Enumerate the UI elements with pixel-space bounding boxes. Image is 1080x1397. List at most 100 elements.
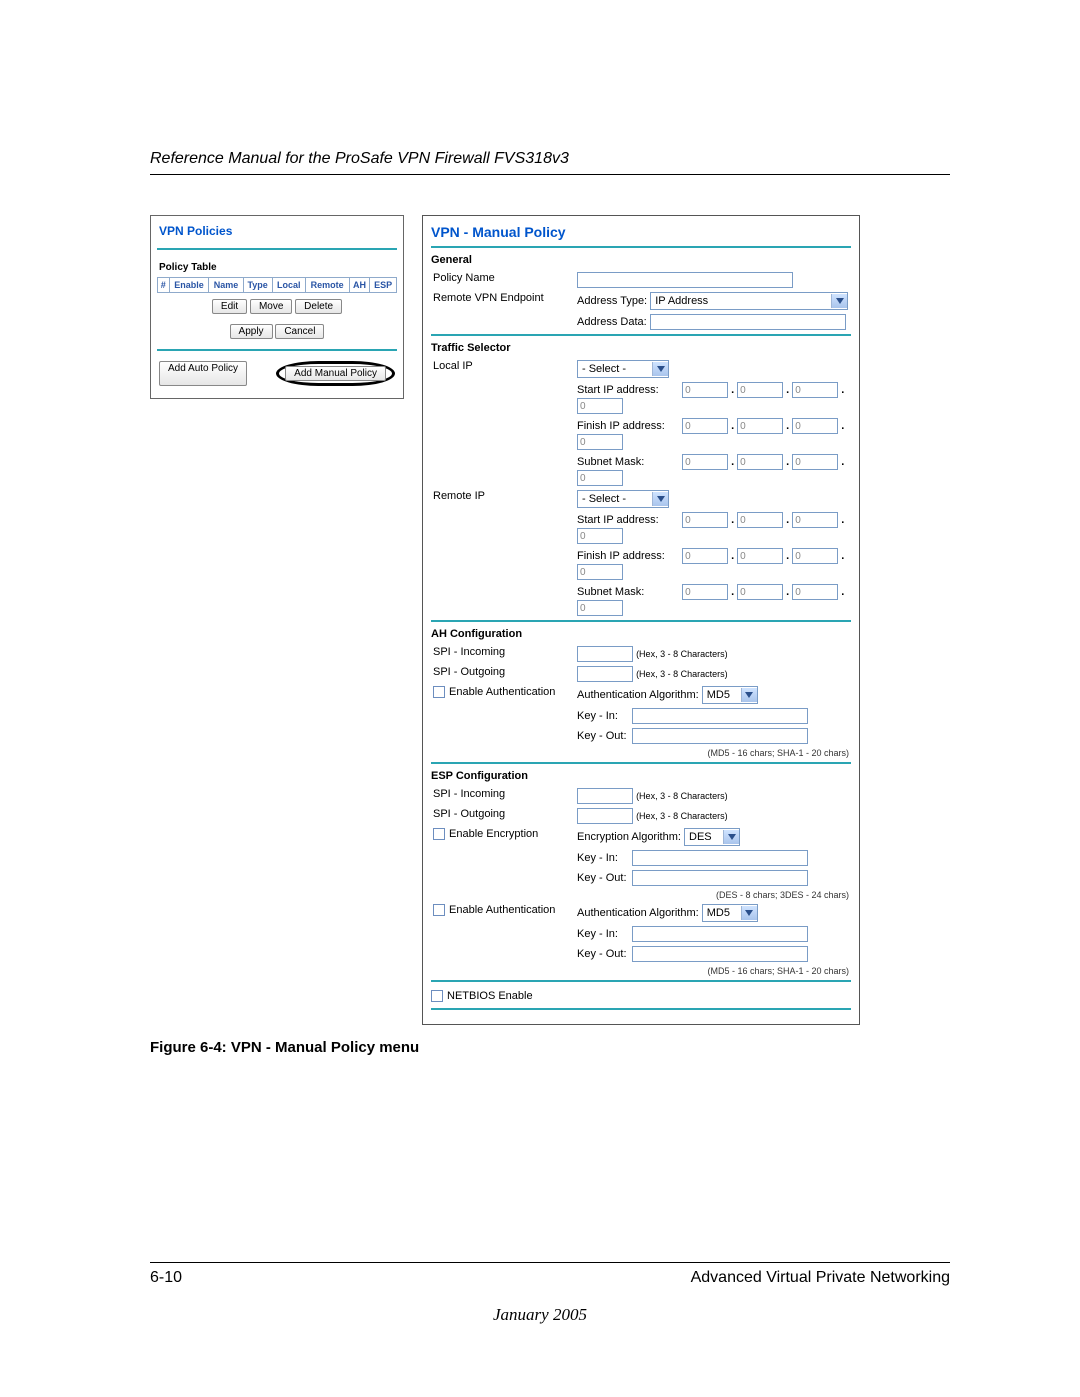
policy-name-input[interactable] — [577, 272, 793, 288]
delete-button[interactable]: Delete — [295, 299, 342, 314]
local-finish-ip-4[interactable]: 0 — [577, 434, 623, 450]
esp-enable-enc-checkbox[interactable] — [433, 828, 445, 840]
chevron-down-icon — [652, 492, 668, 506]
address-type-select[interactable]: IP Address — [650, 292, 848, 310]
policies-title: VPN Policies — [157, 222, 397, 242]
hint-hex: (Hex, 3 - 8 Characters) — [636, 669, 728, 679]
address-data-input[interactable] — [650, 314, 846, 330]
divider — [431, 246, 851, 248]
col-enable: Enable — [169, 278, 209, 293]
label-spi-in: SPI - Incoming — [431, 786, 575, 806]
remote-subnet-4[interactable]: 0 — [577, 600, 623, 616]
local-subnet-2[interactable]: 0 — [737, 454, 783, 470]
label-key-out: Key - Out: — [577, 948, 629, 960]
col-ah: AH — [349, 278, 370, 293]
vpn-policies-panel: VPN Policies Policy Table # Enable Name … — [150, 215, 404, 399]
policy-table-label: Policy Table — [157, 256, 397, 277]
ah-enable-auth-checkbox[interactable] — [433, 686, 445, 698]
local-subnet-3[interactable]: 0 — [792, 454, 838, 470]
label-enable-enc: Enable Encryption — [449, 828, 538, 840]
esp-auth-algo-select[interactable]: MD5 — [702, 904, 758, 922]
esp-enc-key-out-input[interactable] — [632, 870, 808, 886]
label-address-data: Address Data: — [577, 316, 647, 328]
local-subnet-1[interactable]: 0 — [682, 454, 728, 470]
remote-ip-select[interactable]: - Select - — [577, 490, 669, 508]
esp-enc-algo-select[interactable]: DES — [684, 828, 740, 846]
remote-subnet-2[interactable]: 0 — [737, 584, 783, 600]
chevron-down-icon — [723, 830, 739, 844]
esp-enc-key-in-input[interactable] — [632, 850, 808, 866]
label-remote-ip: Remote IP — [431, 488, 575, 510]
esp-spi-out-input[interactable] — [577, 808, 633, 824]
remote-start-ip-4[interactable]: 0 — [577, 528, 623, 544]
local-start-ip-3[interactable]: 0 — [792, 382, 838, 398]
label-start-ip: Start IP address: — [577, 384, 679, 396]
local-start-ip-1[interactable]: 0 — [682, 382, 728, 398]
label-subnet: Subnet Mask: — [577, 586, 679, 598]
edit-button[interactable]: Edit — [212, 299, 247, 314]
page-number: 6-10 — [150, 1269, 182, 1287]
remote-start-ip-1[interactable]: 0 — [682, 512, 728, 528]
local-finish-ip-3[interactable]: 0 — [792, 418, 838, 434]
local-ip-select[interactable]: - Select - — [577, 360, 669, 378]
label-enc-algo: Encryption Algorithm: — [577, 831, 681, 843]
remote-finish-ip-3[interactable]: 0 — [792, 548, 838, 564]
col-index: # — [158, 278, 170, 293]
label-address-type: Address Type: — [577, 295, 647, 307]
divider — [157, 349, 397, 351]
label-subnet: Subnet Mask: — [577, 456, 679, 468]
local-start-ip-2[interactable]: 0 — [737, 382, 783, 398]
remote-start-ip-3[interactable]: 0 — [792, 512, 838, 528]
label-spi-out: SPI - Outgoing — [431, 806, 575, 826]
label-spi-out: SPI - Outgoing — [431, 664, 575, 684]
section-title: Advanced Virtual Private Networking — [691, 1269, 950, 1287]
esp-enc-algo-value: DES — [685, 831, 723, 843]
label-key-in: Key - In: — [577, 710, 629, 722]
remote-subnet-3[interactable]: 0 — [792, 584, 838, 600]
ah-key-out-input[interactable] — [632, 728, 808, 744]
divider — [431, 1008, 851, 1010]
remote-finish-ip-4[interactable]: 0 — [577, 564, 623, 580]
ah-key-in-input[interactable] — [632, 708, 808, 724]
add-auto-policy-button[interactable]: Add Auto Policy — [159, 361, 247, 386]
esp-spi-in-input[interactable] — [577, 788, 633, 804]
label-enable-auth: Enable Authentication — [449, 904, 555, 916]
ah-spi-in-input[interactable] — [577, 646, 633, 662]
vpn-manual-policy-panel: VPN - Manual Policy General Policy Name … — [422, 215, 860, 1025]
local-finish-ip-2[interactable]: 0 — [737, 418, 783, 434]
local-subnet-4[interactable]: 0 — [577, 470, 623, 486]
label-key-in: Key - In: — [577, 928, 629, 940]
local-start-ip-4[interactable]: 0 — [577, 398, 623, 414]
label-enable-auth: Enable Authentication — [449, 686, 555, 698]
col-remote: Remote — [305, 278, 349, 293]
esp-auth-key-out-input[interactable] — [632, 946, 808, 962]
label-netbios: NETBIOS Enable — [447, 990, 533, 1002]
label-key-out: Key - Out: — [577, 730, 629, 742]
divider — [157, 248, 397, 250]
col-esp: ESP — [370, 278, 397, 293]
ah-auth-algo-select[interactable]: MD5 — [702, 686, 758, 704]
move-button[interactable]: Move — [250, 299, 292, 314]
esp-enable-auth-checkbox[interactable] — [433, 904, 445, 916]
policy-table: # Enable Name Type Local Remote AH ESP — [157, 277, 397, 293]
label-start-ip: Start IP address: — [577, 514, 679, 526]
add-manual-policy-button[interactable]: Add Manual Policy — [285, 366, 386, 381]
remote-finish-ip-1[interactable]: 0 — [682, 548, 728, 564]
esp-auth-key-in-input[interactable] — [632, 926, 808, 942]
label-policy-name: Policy Name — [431, 270, 575, 290]
hint-hex: (Hex, 3 - 8 Characters) — [636, 811, 728, 821]
divider — [431, 334, 851, 336]
section-esp: ESP Configuration — [431, 770, 851, 782]
remote-subnet-1[interactable]: 0 — [682, 584, 728, 600]
label-local-ip: Local IP — [431, 358, 575, 380]
cancel-button[interactable]: Cancel — [275, 324, 324, 339]
label-auth-algo: Authentication Algorithm: — [577, 689, 699, 701]
local-finish-ip-1[interactable]: 0 — [682, 418, 728, 434]
running-footer: 6-10 Advanced Virtual Private Networking — [150, 1262, 950, 1287]
remote-start-ip-2[interactable]: 0 — [737, 512, 783, 528]
chevron-down-icon — [831, 294, 847, 308]
apply-button[interactable]: Apply — [230, 324, 273, 339]
remote-finish-ip-2[interactable]: 0 — [737, 548, 783, 564]
ah-spi-out-input[interactable] — [577, 666, 633, 682]
netbios-enable-checkbox[interactable] — [431, 990, 443, 1002]
